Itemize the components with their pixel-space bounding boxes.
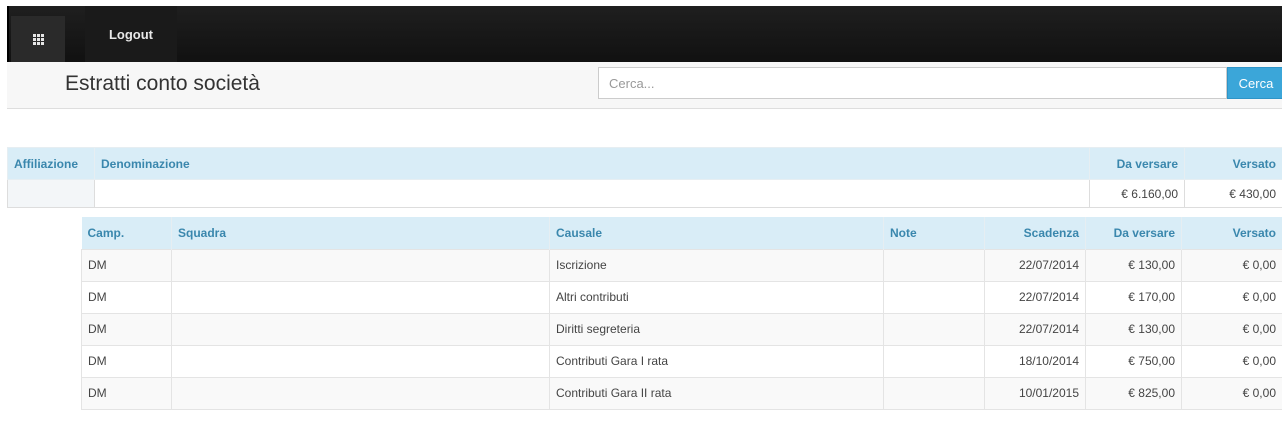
cell-versato: € 0,00 <box>1181 344 1282 378</box>
cell-causale: Altri contributi <box>549 280 884 314</box>
cell-camp: DM <box>81 248 172 282</box>
table-row[interactable]: DM Contributi Gara I rata 18/10/2014 € 7… <box>81 344 1282 378</box>
cell-squadra <box>171 280 550 314</box>
column-header-causale[interactable]: Causale <box>549 217 884 249</box>
cell-camp: DM <box>81 280 172 314</box>
column-header-versato[interactable]: Versato <box>1184 147 1282 180</box>
cell-squadra <box>171 248 550 282</box>
cell-scadenza: 10/01/2015 <box>984 376 1086 410</box>
logout-button[interactable]: Logout <box>85 6 177 62</box>
cell-squadra <box>171 376 550 410</box>
cell-versato: € 430,00 <box>1184 179 1282 208</box>
column-header-note[interactable]: Note <box>883 217 985 249</box>
column-header-affiliazione[interactable]: Affiliazione <box>7 147 95 180</box>
top-navbar: Logout <box>7 6 1282 62</box>
cell-versato: € 0,00 <box>1181 376 1282 410</box>
cell-causale: Iscrizione <box>549 248 884 282</box>
cell-da-versare: € 825,00 <box>1085 376 1182 410</box>
cell-camp: DM <box>81 312 172 346</box>
cell-da-versare: € 130,00 <box>1085 248 1182 282</box>
detail-table: Camp. Squadra Causale Note Scadenza Da v… <box>81 217 1282 410</box>
cell-da-versare: € 170,00 <box>1085 280 1182 314</box>
window-frame-left <box>0 0 7 432</box>
cell-da-versare: € 750,00 <box>1085 344 1182 378</box>
cell-note <box>883 376 985 410</box>
page-title: Estratti conto società <box>65 72 260 95</box>
column-header-da-versare[interactable]: Da versare <box>1089 147 1185 180</box>
summary-row[interactable]: € 6.160,00 € 430,00 <box>7 179 1282 208</box>
cell-note <box>883 344 985 378</box>
table-row[interactable]: DM Iscrizione 22/07/2014 € 130,00 € 0,00 <box>81 248 1282 282</box>
cell-da-versare: € 130,00 <box>1085 312 1182 346</box>
cell-causale: Diritti segreteria <box>549 312 884 346</box>
table-row[interactable]: DM Diritti segreteria 22/07/2014 € 130,0… <box>81 312 1282 346</box>
cell-scadenza: 22/07/2014 <box>984 280 1086 314</box>
cell-denominazione <box>94 179 1090 208</box>
page-header: Estratti conto società Cerca <box>7 62 1282 109</box>
cell-affiliazione <box>7 179 95 208</box>
cell-scadenza: 22/07/2014 <box>984 248 1086 282</box>
cell-versato: € 0,00 <box>1181 312 1282 346</box>
table-row[interactable]: DM Contributi Gara II rata 10/01/2015 € … <box>81 376 1282 410</box>
cell-scadenza: 18/10/2014 <box>984 344 1086 378</box>
cell-da-versare: € 6.160,00 <box>1089 179 1185 208</box>
cell-squadra <box>171 344 550 378</box>
cell-note <box>883 280 985 314</box>
detail-header-row: Camp. Squadra Causale Note Scadenza Da v… <box>81 217 1282 249</box>
cell-versato: € 0,00 <box>1181 280 1282 314</box>
apps-menu-button[interactable] <box>11 16 65 62</box>
cell-camp: DM <box>81 344 172 378</box>
cell-squadra <box>171 312 550 346</box>
cell-causale: Contributi Gara I rata <box>549 344 884 378</box>
cell-versato: € 0,00 <box>1181 248 1282 282</box>
search-button[interactable]: Cerca <box>1227 67 1282 99</box>
apps-grid-icon <box>32 33 44 45</box>
cell-note <box>883 312 985 346</box>
column-header-squadra[interactable]: Squadra <box>171 217 550 249</box>
cell-causale: Contributi Gara II rata <box>549 376 884 410</box>
column-header-camp[interactable]: Camp. <box>81 217 172 249</box>
column-header-versato[interactable]: Versato <box>1181 217 1282 249</box>
summary-table: Affiliazione Denominazione Da versare Ve… <box>7 147 1282 208</box>
cell-scadenza: 22/07/2014 <box>984 312 1086 346</box>
summary-header-row: Affiliazione Denominazione Da versare Ve… <box>7 147 1282 180</box>
search-input[interactable] <box>598 67 1227 99</box>
cell-note <box>883 248 985 282</box>
column-header-denominazione[interactable]: Denominazione <box>94 147 1090 180</box>
column-header-scadenza[interactable]: Scadenza <box>984 217 1086 249</box>
column-header-da-versare[interactable]: Da versare <box>1085 217 1182 249</box>
table-row[interactable]: DM Altri contributi 22/07/2014 € 170,00 … <box>81 280 1282 314</box>
cell-camp: DM <box>81 376 172 410</box>
